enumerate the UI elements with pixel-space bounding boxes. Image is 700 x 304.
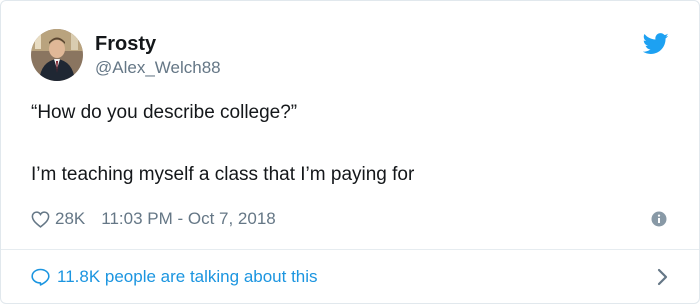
tweet-meta: 28K 11:03 PM - Oct 7, 2018 xyxy=(31,207,276,231)
author-handle[interactable]: @Alex_Welch88 xyxy=(95,58,221,78)
like-count: 28K xyxy=(55,209,86,228)
author-display-name[interactable]: Frosty xyxy=(95,33,221,56)
tweet-line-quote: “How do you describe college?” xyxy=(31,102,298,123)
chevron-right-icon xyxy=(657,268,669,286)
tweet-timestamp[interactable]: 11:03 PM - Oct 7, 2018 xyxy=(101,209,276,229)
heart-outline-icon xyxy=(31,210,55,228)
author-names: Frosty @Alex_Welch88 xyxy=(95,33,221,78)
speech-bubble-icon xyxy=(31,268,50,286)
info-circle-icon[interactable] xyxy=(651,211,667,227)
twitter-bird-icon[interactable] xyxy=(642,33,669,55)
conversation-link[interactable]: 11.8K people are talking about this xyxy=(31,250,669,304)
tweet-header: Frosty @Alex_Welch88 xyxy=(31,27,221,83)
tweet-line-answer: I’m teaching myself a class that I’m pay… xyxy=(31,164,415,185)
conversation-label: 11.8K people are talking about this xyxy=(57,267,318,286)
tweet-card: Frosty @Alex_Welch88 “How do you describ… xyxy=(0,0,700,304)
avatar[interactable] xyxy=(31,29,83,81)
tweet-text: “How do you describe college?” I’m teach… xyxy=(31,101,661,187)
like-button[interactable]: 28K xyxy=(31,209,85,229)
